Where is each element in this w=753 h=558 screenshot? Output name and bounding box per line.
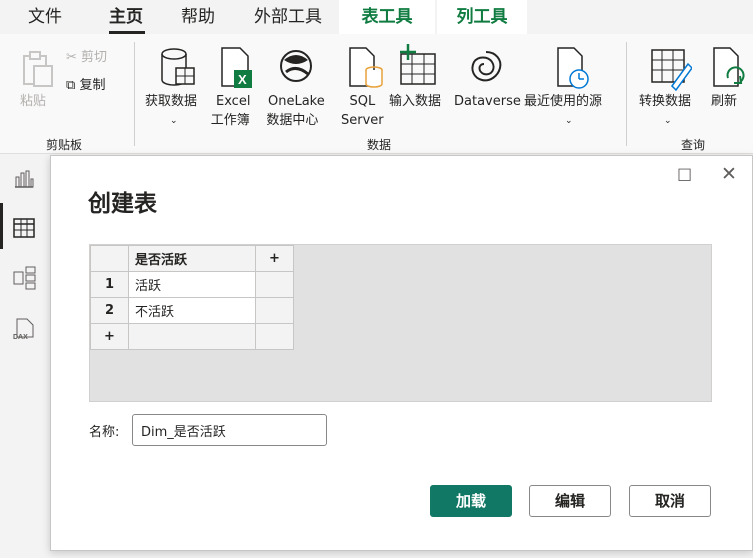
copy-icon: ⧉ (66, 78, 76, 93)
chevron-down-icon: ⌄ (565, 116, 573, 126)
tab-table-tools[interactable]: 表工具 (339, 0, 435, 34)
cut-label: 剪切 (81, 50, 108, 65)
ribbon-separator (626, 42, 627, 146)
edit-button[interactable]: 编辑 (529, 485, 611, 517)
data-group-label: 数据 (367, 138, 392, 152)
close-icon[interactable]: ✕ (721, 163, 737, 185)
table-cell[interactable]: 不活跃 (128, 297, 256, 324)
get-data-button[interactable]: 获取数据 (145, 92, 197, 111)
paste-icon (23, 51, 53, 87)
tab-column-tools[interactable]: 列工具 (437, 0, 527, 34)
refresh-icon (713, 47, 745, 87)
add-column-button[interactable]: + (255, 245, 294, 272)
onelake-label-1: OneLake (268, 94, 325, 109)
dax-query-view-icon[interactable]: DAX (13, 317, 37, 341)
queries-group-label: 查询 (681, 138, 706, 152)
onelake-hub-button[interactable]: OneLake 数据中心 (260, 92, 325, 130)
dataverse-button[interactable]: Dataverse (454, 92, 521, 111)
tab-help[interactable]: 帮助 (181, 0, 215, 34)
refresh-button[interactable]: 刷新 (711, 92, 737, 111)
data-grid: 是否活跃 + 1 活跃 2 不活跃 + (89, 244, 712, 402)
transform-data-icon (651, 49, 692, 92)
sql-server-icon (349, 47, 383, 88)
svg-text:DAX: DAX (13, 334, 28, 341)
copy-button[interactable]: ⧉ 复制 (66, 76, 105, 95)
dataverse-icon (471, 51, 502, 82)
enter-data-icon (400, 44, 436, 85)
active-view-indicator (0, 203, 3, 249)
excel-label-1: Excel (216, 94, 251, 109)
load-button[interactable]: 加载 (430, 485, 512, 517)
view-rail: DAX (0, 155, 50, 558)
row-number: 2 (90, 297, 129, 324)
empty-cell (255, 323, 294, 350)
tab-file[interactable]: 文件 (28, 0, 62, 34)
empty-cell (255, 271, 294, 298)
create-table-dialog: ☐ ✕ 创建表 是否活跃 + 1 活跃 2 不活跃 + 名称: Dim_是否活跃… (50, 155, 753, 551)
sql-server-button[interactable]: SQL Server (341, 92, 384, 130)
recent-sources-button[interactable]: 最近使用的源 (524, 92, 602, 111)
copy-label: 复制 (79, 78, 106, 93)
grid-corner (90, 245, 129, 272)
onelake-icon (280, 50, 312, 82)
transform-data-button[interactable]: 转换数据 (639, 92, 691, 111)
tab-home[interactable]: 主页 (109, 0, 143, 34)
sql-label-1: SQL (349, 94, 376, 109)
menu-bar: 文件 主页 帮助 外部工具 表工具 列工具 (0, 0, 753, 34)
dialog-title: 创建表 (88, 191, 157, 217)
model-view-icon[interactable] (13, 266, 37, 290)
paste-button[interactable]: 粘贴 (20, 92, 46, 111)
name-label: 名称: (89, 425, 120, 440)
clipboard-group-label: 剪贴板 (46, 138, 83, 152)
row-number: 1 (90, 271, 129, 298)
table-view-icon[interactable] (13, 218, 35, 238)
excel-label-2: 工作簿 (210, 113, 250, 128)
chevron-down-icon: ⌄ (170, 116, 178, 126)
cancel-button[interactable]: 取消 (629, 485, 711, 517)
tab-external-tools[interactable]: 外部工具 (254, 0, 322, 34)
ribbon-separator (134, 42, 135, 146)
scissors-icon: ✂ (66, 50, 77, 65)
column-header[interactable]: 是否活跃 (128, 245, 256, 272)
maximize-icon[interactable]: ☐ (677, 166, 692, 186)
empty-cell (255, 297, 294, 324)
cut-button[interactable]: ✂ 剪切 (66, 48, 107, 67)
svg-text:X: X (238, 72, 247, 87)
chevron-down-icon: ⌄ (664, 116, 672, 126)
excel-workbook-button[interactable]: Excel 工作簿 (211, 92, 251, 130)
table-cell[interactable]: 活跃 (128, 271, 256, 298)
report-view-icon[interactable] (13, 169, 35, 189)
enter-data-button[interactable]: 输入数据 (389, 92, 441, 111)
excel-icon: X (221, 47, 252, 88)
empty-cell (128, 323, 256, 350)
sql-label-2: Server (341, 113, 384, 128)
database-icon (161, 48, 195, 86)
add-row-button[interactable]: + (90, 323, 129, 350)
onelake-label-2: 数据中心 (266, 113, 319, 128)
table-name-input[interactable] (132, 414, 327, 446)
recent-sources-icon (557, 47, 589, 89)
ribbon: 粘贴 ✂ 剪切 ⧉ 复制 剪贴板 获取数据 ⌄ X Excel 工作簿 OneL… (0, 34, 753, 154)
